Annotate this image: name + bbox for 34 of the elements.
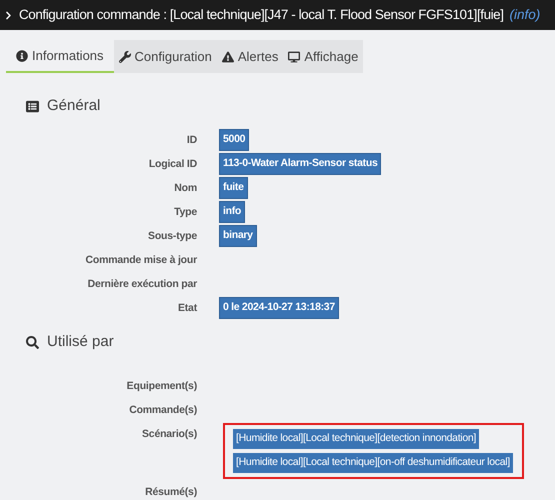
field-label: Logical ID: [148, 157, 197, 172]
monitor-icon: [288, 50, 300, 62]
info-icon: [16, 50, 28, 62]
field-label: Résumé(s): [145, 484, 197, 500]
search-icon: [26, 336, 39, 348]
list-icon: [26, 100, 39, 112]
field-label: ID: [186, 133, 197, 148]
type-label: (info): [510, 6, 540, 24]
value-tag: 113-0-Water Alarm-Sensor status: [219, 153, 382, 175]
value-tag: 0 le 2024-10-27 13:18:37: [219, 297, 339, 319]
field-label: Type: [174, 205, 197, 220]
field-label: Sous-type: [148, 229, 197, 244]
field-label: Nom: [174, 181, 197, 196]
value-tag: 5000: [219, 129, 250, 151]
chevron-icon: [4, 10, 13, 20]
wrench-icon: [118, 50, 131, 62]
value-tag: binary: [219, 225, 257, 247]
section-heading: Utilisé par: [47, 332, 114, 352]
field-label: Equipement(s): [126, 379, 197, 394]
field-label: Dernière exécution par: [88, 277, 197, 292]
tab[interactable]: Configuration: [114, 40, 217, 73]
value-tag: info: [219, 201, 246, 223]
field-label: Scénario(s): [142, 427, 197, 442]
value-tag: fuite: [219, 177, 248, 199]
tab[interactable]: Alertes: [216, 40, 284, 73]
section-heading: Général: [47, 96, 100, 116]
field-label: Commande mise à jour: [85, 253, 197, 268]
value-tag: [Humidite local][Local technique][detection innondation]: [233, 429, 480, 449]
value-tag: [Humidite local][Local technique][on-off deshumidificateur local]: [233, 452, 513, 472]
warning-icon: [222, 50, 234, 62]
field-label: Etat: [178, 301, 197, 316]
field-label: Commande(s): [129, 403, 197, 418]
window-title: Configuration commande : [Local technique][J47 - local T. Flood Sensor FGFS101][fuie]: [19, 6, 504, 24]
tab[interactable]: Affichage: [283, 40, 364, 73]
